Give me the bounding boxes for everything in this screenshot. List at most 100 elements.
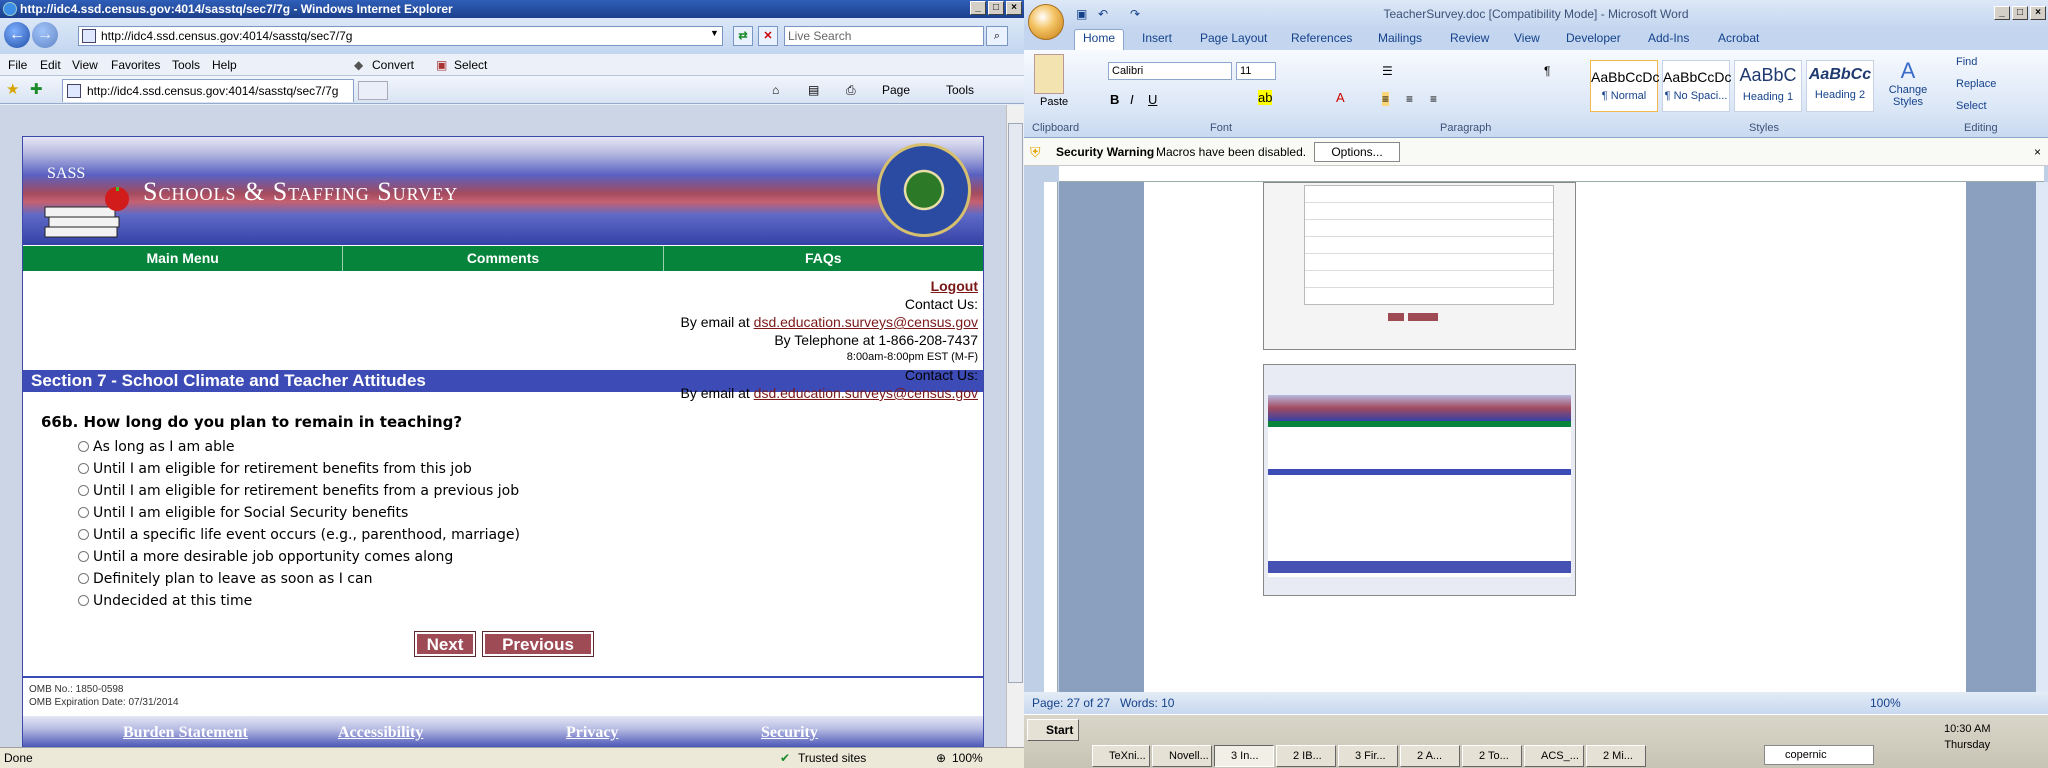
tab-references[interactable]: References <box>1291 31 1352 45</box>
task-button[interactable]: ACS_... <box>1524 745 1584 767</box>
tab-developer[interactable]: Developer <box>1566 31 1621 45</box>
option-row[interactable]: Until a specific life event occurs (e.g.… <box>78 527 520 543</box>
document-page[interactable] <box>1144 182 1966 692</box>
bold-icon[interactable]: B <box>1110 92 1119 107</box>
radio-button[interactable] <box>78 595 89 606</box>
word-minimize-button[interactable]: _ <box>1994 6 2010 20</box>
page-scrollbar[interactable] <box>1006 105 1024 747</box>
menu-file[interactable]: File <box>8 54 27 76</box>
option-row[interactable]: As long as I am able <box>78 439 235 455</box>
print-icon[interactable]: ⎙ <box>846 76 856 104</box>
option-row[interactable]: Undecided at this time <box>78 593 252 609</box>
browser-tab[interactable]: http://idc4.ssd.census.gov:4014/sasstq/s… <box>62 79 354 102</box>
option-row[interactable]: Until a more desirable job opportunity c… <box>78 549 453 565</box>
italic-icon[interactable]: I <box>1130 92 1134 107</box>
favorites-star-icon[interactable]: ★ <box>6 76 19 104</box>
tab-home[interactable]: Home <box>1074 29 1125 50</box>
undo-icon[interactable]: ↶ <box>1098 0 1108 28</box>
zoom-level[interactable]: 100% <box>952 748 983 768</box>
radio-button[interactable] <box>78 485 89 496</box>
align-left-icon[interactable]: ≡ <box>1382 92 1390 106</box>
option-row[interactable]: Until I am eligible for retirement benef… <box>78 461 472 477</box>
menu-edit[interactable]: Edit <box>40 54 61 76</box>
menu-favorites[interactable]: Favorites <box>111 54 160 76</box>
word-zoom[interactable]: 100% <box>1870 692 1901 714</box>
logout-link[interactable]: Logout <box>931 278 978 294</box>
close-button[interactable]: × <box>1006 1 1022 15</box>
tab-review[interactable]: Review <box>1450 31 1489 45</box>
pilcrow-icon[interactable]: ¶ <box>1544 64 1550 78</box>
nav-main-menu[interactable]: Main Menu <box>23 246 344 271</box>
replace-button[interactable]: Replace <box>1956 78 1996 90</box>
tab-insert[interactable]: Insert <box>1142 31 1172 45</box>
align-right-icon[interactable]: ≡ <box>1430 92 1437 106</box>
desktop-search-input[interactable]: copernic <box>1764 745 1874 765</box>
option-row[interactable]: Until I am eligible for retirement benef… <box>78 483 519 499</box>
change-styles-button[interactable]: A Change Styles <box>1886 58 1930 118</box>
refresh-icon[interactable]: ⇄ <box>733 26 753 46</box>
task-button[interactable]: 2 A... <box>1400 745 1460 767</box>
find-button[interactable]: Find <box>1956 56 1977 68</box>
email-link[interactable]: dsd.education.surveys@census.gov <box>754 314 978 330</box>
word-close-button[interactable]: × <box>2030 6 2046 20</box>
word-scrollbar[interactable] <box>2036 182 2048 692</box>
vertical-ruler[interactable] <box>1044 182 1058 692</box>
close-warning-icon[interactable]: × <box>2034 138 2041 166</box>
maximize-button[interactable]: □ <box>988 1 1004 15</box>
radio-button[interactable] <box>78 573 89 584</box>
font-name-select[interactable]: Calibri <box>1108 62 1232 80</box>
start-button[interactable]: Start <box>1027 719 1079 741</box>
radio-button[interactable] <box>78 551 89 562</box>
feeds-icon[interactable]: ▤ <box>808 76 819 104</box>
nav-faqs[interactable]: FAQs <box>664 246 983 271</box>
nav-comments[interactable]: Comments <box>343 246 664 271</box>
menu-view[interactable]: View <box>72 54 98 76</box>
add-favorite-icon[interactable]: ✚ <box>30 76 43 104</box>
task-button[interactable]: 2 Mi... <box>1586 745 1646 767</box>
search-icon[interactable]: ⌕ <box>986 26 1008 46</box>
redo-icon[interactable]: ↷ <box>1130 0 1140 28</box>
zoom-icon[interactable]: ⊕ <box>936 748 946 768</box>
style-normal[interactable]: AaBbCcDc ¶ Normal <box>1590 60 1659 112</box>
footer-privacy-link[interactable]: Privacy <box>566 724 618 742</box>
task-button[interactable]: 2 To... <box>1462 745 1522 767</box>
tab-view[interactable]: View <box>1514 31 1540 45</box>
options-button[interactable]: Options... <box>1314 142 1400 162</box>
back-button[interactable]: ← <box>4 22 30 48</box>
url-input[interactable]: http://idc4.ssd.census.gov:4014/sasstq/s… <box>78 26 723 46</box>
option-row[interactable]: Definitely plan to leave as soon as I ca… <box>78 571 372 587</box>
scrollbar-thumb[interactable] <box>1008 123 1023 683</box>
tab-mailings[interactable]: Mailings <box>1378 31 1422 45</box>
home-icon[interactable]: ⌂ <box>772 76 779 104</box>
style-no-spacing[interactable]: AaBbCcDc ¶ No Spaci... <box>1662 60 1731 112</box>
task-button[interactable]: 3 Fir... <box>1338 745 1398 767</box>
bullets-icon[interactable]: ☰ <box>1382 64 1393 78</box>
option-row[interactable]: Until I am eligible for Social Security … <box>78 505 408 521</box>
menu-help[interactable]: Help <box>212 54 237 76</box>
footer-burden-link[interactable]: Burden Statement <box>123 724 248 742</box>
task-button[interactable]: TeXni... <box>1092 745 1150 767</box>
tab-add-ins[interactable]: Add-Ins <box>1648 31 1689 45</box>
font-size-select[interactable]: 11 <box>1236 62 1276 80</box>
task-button[interactable]: 2 IB... <box>1276 745 1336 767</box>
url-dropdown-icon[interactable]: ▼ <box>710 28 722 44</box>
task-button[interactable]: Novell... <box>1152 745 1212 767</box>
radio-button[interactable] <box>78 529 89 540</box>
style-heading-2[interactable]: AaBbCc Heading 2 <box>1806 60 1874 112</box>
style-heading-1[interactable]: AaBbC Heading 1 <box>1734 60 1802 112</box>
save-icon[interactable]: ▣ <box>1076 0 1087 28</box>
office-button-icon[interactable] <box>1028 4 1064 40</box>
menu-tools[interactable]: Tools <box>172 54 200 76</box>
radio-button[interactable] <box>78 441 89 452</box>
search-input[interactable]: Live Search <box>784 26 984 46</box>
new-tab-button[interactable] <box>358 81 388 100</box>
previous-button[interactable]: Previous <box>482 631 594 657</box>
word-maximize-button[interactable]: □ <box>2012 6 2028 20</box>
tab-page-layout[interactable]: Page Layout <box>1200 31 1267 45</box>
select-button[interactable]: Select <box>1956 100 1987 112</box>
radio-button[interactable] <box>78 463 89 474</box>
tools-menu[interactable]: Tools <box>946 76 974 104</box>
select-button[interactable]: Select <box>454 54 487 76</box>
font-color-icon[interactable]: A <box>1336 90 1345 105</box>
stop-icon[interactable]: ✕ <box>758 26 778 46</box>
